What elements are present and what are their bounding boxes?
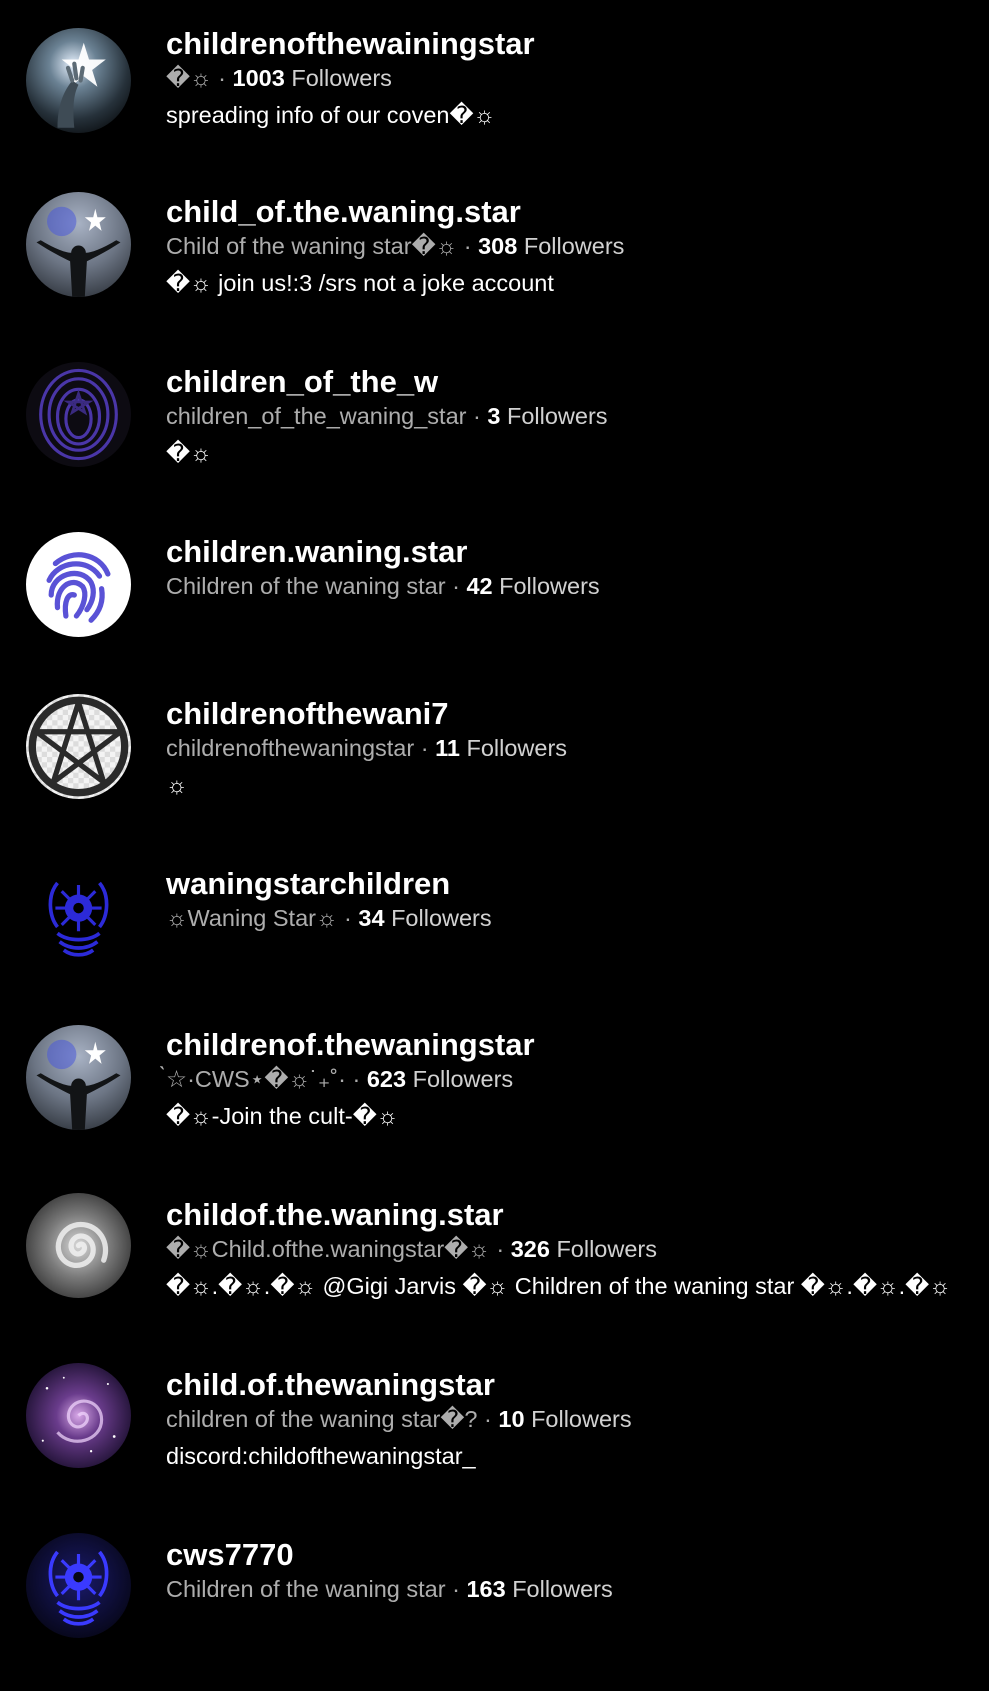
nickname: �☼: [166, 65, 212, 91]
user-bio: �☼ join us!:3 /srs not a joke account: [166, 270, 554, 296]
user-result-row[interactable]: childrenofthewainingstar �☼ · 1003 Follo…: [0, 18, 989, 178]
nickname: ̀☆·CWS⋆�☼˙₊˚·: [166, 1066, 346, 1092]
follower-count: 163: [466, 1576, 506, 1602]
follower-count: 3: [487, 403, 501, 429]
nickname: children of the waning star�?: [166, 1406, 478, 1432]
user-result-row[interactable]: childrenof.thewaningstar ̀☆·CWS⋆�☼˙₊˚· ·…: [0, 1021, 989, 1181]
follower-count: 34: [358, 905, 385, 931]
user-result-row[interactable]: childrenofthewani7 childrenofthewaningst…: [0, 690, 989, 850]
user-bio: �☼: [166, 440, 212, 466]
spiral-vortex-avatar-icon[interactable]: [26, 1193, 131, 1298]
blue-sigil-avatar-icon[interactable]: [26, 864, 131, 969]
user-meta: �☼ · 1003 Followers: [166, 63, 969, 93]
separator: ·: [445, 573, 467, 599]
username[interactable]: waningstarchildren: [166, 866, 969, 902]
followers-label: Followers: [512, 1576, 613, 1602]
username[interactable]: child.of.thewaningstar: [166, 1367, 969, 1403]
user-bio: ☼: [166, 772, 188, 798]
followers-label: Followers: [291, 65, 392, 91]
nickname: �☼Child.ofthe.waningstar�☼: [166, 1236, 490, 1262]
separator: ·: [477, 1406, 499, 1432]
nickname: children_of_the_waning_star: [166, 403, 467, 429]
follower-count: 11: [435, 735, 460, 761]
separator: ·: [345, 1066, 367, 1092]
raised-arms-figure-avatar-icon[interactable]: [26, 1025, 131, 1130]
user-result-row[interactable]: cws7770 Children of the waning star · 16…: [0, 1531, 989, 1691]
user-search-results: childrenofthewainingstar �☼ · 1003 Follo…: [0, 0, 989, 1674]
user-meta: Children of the waning star · 42 Followe…: [166, 571, 969, 601]
follower-count: 308: [478, 233, 518, 259]
user-bio: spreading info of our coven�☼: [166, 102, 496, 128]
user-meta: children_of_the_waning_star · 3 Follower…: [166, 401, 969, 431]
separator: ·: [414, 735, 436, 761]
user-result-row[interactable]: childof.the.waning.star �☼Child.ofthe.wa…: [0, 1191, 989, 1351]
raised-arms-figure-avatar-icon[interactable]: [26, 192, 131, 297]
user-meta: children of the waning star�? · 10 Follo…: [166, 1404, 969, 1434]
fingerprint-avatar-icon[interactable]: [26, 532, 131, 637]
username[interactable]: childof.the.waning.star: [166, 1197, 969, 1233]
follower-count: 1003: [232, 65, 285, 91]
separator: ·: [337, 905, 359, 931]
follower-count: 10: [498, 1406, 525, 1432]
username[interactable]: childrenofthewani7: [166, 696, 969, 732]
followers-label: Followers: [466, 735, 568, 761]
user-result-row[interactable]: waningstarchildren ☼Waning Star☼ · 34 Fo…: [0, 860, 989, 1020]
galaxy-avatar-icon[interactable]: [26, 1363, 131, 1468]
user-result-row[interactable]: children.waning.star Children of the wan…: [0, 528, 989, 688]
user-meta: Children of the waning star · 163 Follow…: [166, 1574, 969, 1604]
pentagram-avatar-icon[interactable]: [26, 694, 131, 799]
user-bio: discord:childofthewaningstar_: [166, 1443, 476, 1469]
user-meta: childrenofthewaningstar · 11 Followers: [166, 733, 969, 763]
user-result-row[interactable]: children_of_the_w children_of_the_waning…: [0, 358, 989, 518]
user-meta: Child of the waning star�☼ · 308 Followe…: [166, 231, 969, 261]
username[interactable]: childrenof.thewaningstar: [166, 1027, 969, 1063]
separator: ·: [445, 1576, 467, 1602]
followers-label: Followers: [523, 233, 625, 259]
username[interactable]: children_of_the_w: [166, 364, 969, 400]
username[interactable]: cws7770: [166, 1537, 969, 1573]
separator: ·: [466, 403, 488, 429]
hand-star-avatar-icon[interactable]: [26, 28, 131, 133]
username[interactable]: childrenofthewainingstar: [166, 26, 969, 62]
blue-sigil-avatar-icon[interactable]: [26, 1533, 131, 1638]
user-meta: �☼Child.ofthe.waningstar�☼ · 326 Followe…: [166, 1234, 969, 1264]
user-result-row[interactable]: child.of.thewaningstar children of the w…: [0, 1361, 989, 1521]
nickname: childrenofthewaningstar: [166, 735, 415, 761]
separator: ·: [457, 233, 479, 259]
followers-label: Followers: [391, 905, 492, 931]
nickname: ☼Waning Star☼: [166, 905, 338, 931]
followers-label: Followers: [531, 1406, 632, 1432]
followers-label: Followers: [556, 1236, 657, 1262]
user-meta: ̀☆·CWS⋆�☼˙₊˚· · 623 Followers: [166, 1064, 969, 1094]
username[interactable]: children.waning.star: [166, 534, 969, 570]
separator: ·: [489, 1236, 511, 1262]
user-result-row[interactable]: child_of.the.waning.star Child of the wa…: [0, 188, 989, 348]
separator: ·: [211, 65, 233, 91]
username[interactable]: child_of.the.waning.star: [166, 194, 969, 230]
followers-label: Followers: [507, 403, 608, 429]
follower-count: 623: [366, 1066, 407, 1092]
follower-count: 42: [466, 573, 493, 599]
followers-label: Followers: [499, 573, 600, 599]
followers-label: Followers: [412, 1066, 514, 1092]
purple-fingerprint-sigil-avatar-icon[interactable]: [26, 362, 131, 467]
user-bio: �☼-Join the cult-�☼: [166, 1103, 399, 1129]
user-meta: ☼Waning Star☼ · 34 Followers: [166, 903, 969, 933]
nickname: Children of the waning star: [166, 573, 446, 599]
follower-count: 326: [510, 1236, 550, 1262]
user-bio: �☼.�☼.�☼ @Gigi Jarvis �☼ Children of the…: [166, 1273, 951, 1299]
nickname: Child of the waning star�☼: [166, 233, 458, 259]
nickname: Children of the waning star: [166, 1576, 446, 1602]
